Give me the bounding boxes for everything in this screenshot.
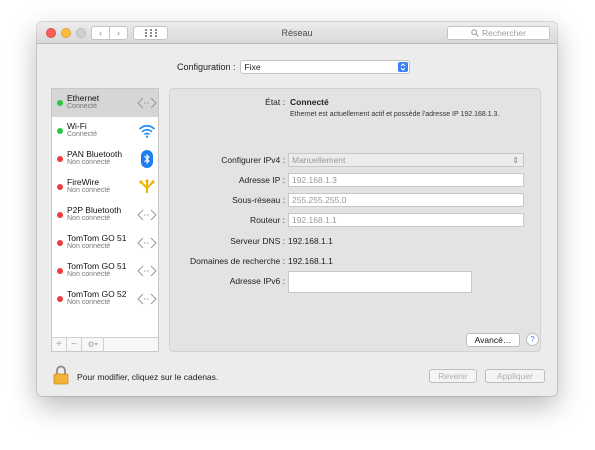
service-status: Non connecté (67, 159, 111, 166)
router-field[interactable]: 192.168.1.1 (288, 213, 524, 227)
search-field[interactable]: Rechercher (447, 26, 550, 40)
status-dot (57, 296, 63, 302)
service-status: Non connecté (67, 187, 111, 194)
state-value: Connecté (290, 97, 329, 107)
configure-ipv4-value: Manuellement (292, 155, 346, 165)
search-domains-label: Domaines de recherche : (190, 256, 285, 266)
service-status: Non connecté (67, 299, 111, 306)
firewire-icon (137, 177, 157, 197)
configuration-label: Configuration : (177, 62, 236, 72)
updown-arrows-icon: ⇕ (512, 156, 519, 165)
chevron-down-icon: ▾ (94, 342, 98, 348)
service-item-tomtom-go-51[interactable]: TomTom GO 51 Non connecté (52, 229, 158, 257)
apply-button[interactable]: Appliquer (485, 369, 545, 383)
bluetooth-icon (137, 149, 157, 169)
status-dot (57, 240, 63, 246)
status-dot (57, 128, 63, 134)
status-dot (57, 184, 63, 190)
configuration-row: Configuration : Fixe (177, 60, 410, 74)
remove-service-button[interactable]: − (67, 337, 82, 352)
service-name: P2P Bluetooth (67, 205, 122, 215)
service-list: Ethernet Connecté Wi-Fi Connecté PAN Blu… (51, 88, 159, 352)
lock-icon[interactable] (53, 365, 69, 387)
ethernet-icon (137, 261, 157, 281)
status-dot (57, 268, 63, 274)
service-detail-panel: État : Connecté Ethernet est actuellemen… (169, 88, 541, 352)
status-dot (57, 100, 63, 106)
service-item-ethernet[interactable]: Ethernet Connecté (52, 89, 158, 117)
configuration-select[interactable]: Fixe (239, 60, 410, 74)
search-domains-value: 192.168.1.1 (288, 256, 333, 266)
service-item-p2p-bluetooth[interactable]: P2P Bluetooth Non connecté (52, 201, 158, 229)
help-button[interactable]: ? (526, 333, 539, 346)
ethernet-icon (137, 205, 157, 225)
lock-message: Pour modifier, cliquez sur le cadenas. (77, 372, 219, 382)
service-status: Non connecté (67, 215, 111, 222)
status-dot (57, 156, 63, 162)
search-icon (471, 29, 479, 37)
service-list-toolbar: + − ⚙ ▾ (52, 337, 158, 352)
service-name: TomTom GO 51 (67, 233, 127, 243)
ip-address-field[interactable]: 192.168.1.3 (288, 173, 524, 187)
service-item-tomtom-go-52[interactable]: TomTom GO 52 Non connecté (52, 285, 158, 313)
service-name: TomTom GO 52 (67, 289, 127, 299)
dns-server-value: 192.168.1.1 (288, 236, 333, 246)
wifi-icon (137, 121, 157, 141)
service-item-wifi[interactable]: Wi-Fi Connecté (52, 117, 158, 145)
service-status: Connecté (67, 131, 97, 138)
gear-icon: ⚙ (87, 340, 95, 349)
service-name: FireWire (67, 177, 100, 187)
state-description: Ethernet est actuellement actif et possè… (290, 111, 500, 118)
network-preferences-window: ‹ › Réseau Rechercher Configuration : Fi (37, 22, 557, 396)
service-status: Connecté (67, 103, 97, 110)
search-placeholder: Rechercher (482, 28, 526, 38)
service-item-tomtom-go-51-2[interactable]: TomTom GO 51 Non connecté (52, 257, 158, 285)
subnet-mask-label: Sous-réseau : (232, 195, 285, 205)
service-item-pan-bluetooth[interactable]: PAN Bluetooth Non connecté (52, 145, 158, 173)
title-bar: ‹ › Réseau Rechercher (37, 22, 557, 44)
add-service-button[interactable]: + (52, 337, 67, 352)
state-label: État : (265, 97, 285, 107)
service-name: PAN Bluetooth (67, 149, 123, 159)
service-name: Ethernet (67, 93, 100, 103)
advanced-button[interactable]: Avancé… (466, 333, 520, 347)
service-status: Non connecté (67, 271, 111, 278)
service-name: Wi-Fi (67, 121, 87, 131)
configuration-value: Fixe (244, 62, 261, 72)
ipv6-address-label: Adresse IPv6 : (229, 276, 285, 286)
revert-button[interactable]: Revenir (429, 369, 477, 383)
configure-ipv4-label: Configurer IPv4 : (221, 155, 285, 165)
dns-server-label: Serveur DNS : (230, 236, 285, 246)
subnet-mask-field[interactable]: 255.255.255.0 (288, 193, 524, 207)
router-label: Routeur : (250, 215, 285, 225)
ipv6-address-field[interactable] (288, 271, 472, 293)
ip-address-label: Adresse IP : (238, 175, 285, 185)
service-item-firewire[interactable]: FireWire Non connecté (52, 173, 158, 201)
status-dot (57, 212, 63, 218)
configure-ipv4-select[interactable]: Manuellement ⇕ (288, 153, 524, 167)
ethernet-icon (137, 233, 157, 253)
service-status: Non connecté (67, 243, 111, 250)
ethernet-icon (137, 289, 157, 309)
action-menu-button[interactable]: ⚙ ▾ (82, 337, 104, 352)
select-arrows-icon (397, 62, 408, 72)
ethernet-icon (137, 93, 157, 113)
service-name: TomTom GO 51 (67, 261, 127, 271)
